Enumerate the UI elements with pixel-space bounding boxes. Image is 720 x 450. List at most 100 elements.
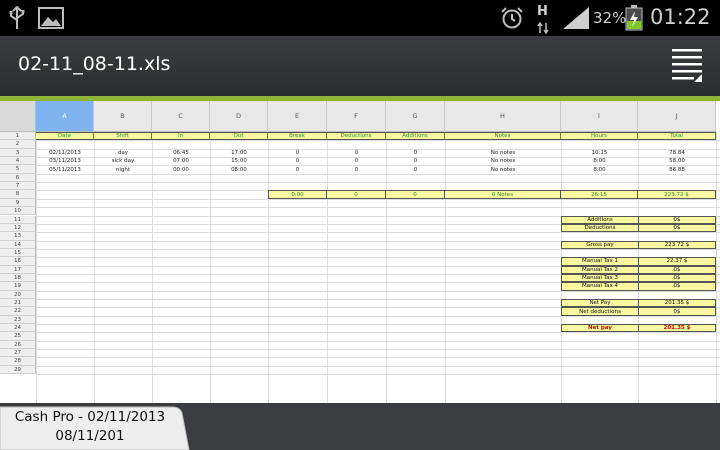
data-cell[interactable]: 0 xyxy=(327,165,386,173)
data-cell[interactable]: 0 xyxy=(386,157,445,165)
summary-value[interactable]: 0$ xyxy=(638,273,716,283)
row-header[interactable]: 6 xyxy=(0,173,36,183)
column-header-j[interactable]: J xyxy=(638,101,716,132)
header-cell[interactable]: Out xyxy=(210,132,268,141)
summary-value[interactable]: 0$ xyxy=(638,282,716,291)
data-cell[interactable]: 0 xyxy=(268,165,327,173)
row-header[interactable]: 28 xyxy=(0,357,36,366)
summary-label[interactable]: Manual Tax 1 xyxy=(561,257,638,266)
summary-label[interactable]: Net pay xyxy=(561,324,638,333)
row-header[interactable]: 13 xyxy=(0,232,36,241)
spreadsheet-grid[interactable]: A B C D E F G H I J 1 2 3 4 5 6 7 8 9 10 11 12 13 14 15 16 17 18 19 2… xyxy=(0,101,720,403)
summary-label[interactable]: Additions xyxy=(561,215,638,224)
row-header[interactable]: 9 xyxy=(0,198,36,208)
column-header-h[interactable]: H xyxy=(445,101,561,132)
row-header[interactable]: 16 xyxy=(0,257,36,266)
data-cell[interactable]: No notes xyxy=(445,149,561,157)
row-header[interactable]: 7 xyxy=(0,182,36,191)
data-cell[interactable]: 17:00 xyxy=(210,149,268,157)
summary-label[interactable]: Net Pay xyxy=(561,299,638,308)
data-cell[interactable]: 78.84 xyxy=(638,149,716,157)
row-header[interactable]: 23 xyxy=(0,315,36,325)
row-header[interactable]: 26 xyxy=(0,340,36,350)
data-cell[interactable]: night xyxy=(94,165,152,173)
summary-value[interactable]: 0$ xyxy=(638,223,716,233)
column-header-a[interactable]: A xyxy=(36,101,94,132)
data-cell[interactable]: 10:15 xyxy=(561,149,638,157)
summary-label[interactable]: Deductions xyxy=(561,223,638,233)
summary-value[interactable]: 201.35 $ xyxy=(638,299,716,308)
row-header[interactable]: 10 xyxy=(0,207,36,216)
column-header-e[interactable]: E xyxy=(268,101,327,132)
data-cell[interactable]: 07:00 xyxy=(152,157,210,165)
row-header[interactable]: 2 xyxy=(0,140,36,149)
sheet-tab[interactable]: Cash Pro - 02/11/2013 08/11/201 xyxy=(0,405,190,450)
header-cell[interactable]: Shift xyxy=(94,132,152,141)
data-cell[interactable]: sick day xyxy=(94,157,152,165)
row-header[interactable]: 1 xyxy=(0,132,36,141)
header-cell[interactable]: Hours xyxy=(561,132,638,141)
summary-label[interactable]: Manual Tax 3 xyxy=(561,273,638,283)
summary-label[interactable]: Manual Tax 4 xyxy=(561,282,638,291)
column-header-c[interactable]: C xyxy=(152,101,210,132)
row-header[interactable]: 21 xyxy=(0,299,36,308)
column-header-f[interactable]: F xyxy=(327,101,386,132)
data-cell[interactable]: No notes xyxy=(445,165,561,173)
data-cell[interactable]: 02/11/2013 xyxy=(36,149,94,157)
summary-value[interactable]: 22.37 $ xyxy=(638,257,716,266)
data-cell[interactable]: 15:00 xyxy=(210,157,268,165)
data-cell[interactable]: 00:00 xyxy=(152,165,210,173)
column-header-d[interactable]: D xyxy=(210,101,268,132)
row-header[interactable]: 14 xyxy=(0,240,36,249)
data-cell[interactable]: 05/11/2013 xyxy=(36,165,94,173)
total-deductions-cell[interactable]: 0 xyxy=(327,190,386,199)
row-header[interactable]: 4 xyxy=(0,157,36,166)
data-cell[interactable]: 0 xyxy=(327,157,386,165)
data-cell[interactable]: 08:00 xyxy=(210,165,268,173)
data-cell[interactable]: No notes xyxy=(445,157,561,165)
row-header[interactable]: 12 xyxy=(0,223,36,233)
row-header[interactable]: 29 xyxy=(0,365,36,375)
row-header[interactable]: 8 xyxy=(0,190,36,199)
row-header[interactable]: 27 xyxy=(0,349,36,358)
data-cell[interactable]: 86.88 xyxy=(638,165,716,173)
data-cell[interactable]: 06:45 xyxy=(152,149,210,157)
row-header[interactable]: 5 xyxy=(0,165,36,174)
row-header[interactable]: 22 xyxy=(0,307,36,316)
row-header[interactable]: 25 xyxy=(0,332,36,341)
header-cell[interactable]: Deductions xyxy=(327,132,386,141)
data-cell[interactable]: 03/11/2013 xyxy=(36,157,94,165)
summary-value[interactable]: 201.35 $ xyxy=(638,324,716,333)
header-cell[interactable]: Notes xyxy=(445,132,561,141)
row-header[interactable]: 11 xyxy=(0,215,36,224)
data-cell[interactable]: 0 xyxy=(327,149,386,157)
data-cell[interactable]: day xyxy=(94,149,152,157)
row-header[interactable]: 19 xyxy=(0,282,36,291)
header-cell[interactable]: Date xyxy=(36,132,94,141)
row-header[interactable]: 18 xyxy=(0,273,36,283)
total-notes-cell[interactable]: 0 Notes xyxy=(445,190,561,199)
summary-value[interactable]: 0$ xyxy=(638,265,716,274)
row-header[interactable]: 17 xyxy=(0,265,36,274)
data-cell[interactable]: 0 xyxy=(268,157,327,165)
summary-value[interactable]: 0$ xyxy=(638,307,716,316)
data-cell[interactable]: 8:00 xyxy=(561,157,638,165)
column-header-g[interactable]: G xyxy=(386,101,445,132)
header-cell[interactable]: Break xyxy=(268,132,327,141)
summary-label[interactable]: Gross pay xyxy=(561,240,638,249)
summary-value[interactable]: 223.72 $ xyxy=(638,240,716,249)
header-cell[interactable]: In xyxy=(152,132,210,141)
summary-value[interactable]: 0$ xyxy=(638,215,716,224)
total-additions-cell[interactable]: 0 xyxy=(386,190,445,199)
column-header-b[interactable]: B xyxy=(94,101,152,132)
data-cell[interactable]: 0 xyxy=(386,165,445,173)
row-header[interactable]: 20 xyxy=(0,290,36,299)
row-header[interactable]: 15 xyxy=(0,248,36,258)
total-total-cell[interactable]: 223.72 $ xyxy=(638,190,716,199)
data-cell[interactable]: 0 xyxy=(268,149,327,157)
menu-button[interactable] xyxy=(664,42,710,88)
column-header-i[interactable]: I xyxy=(561,101,638,132)
total-hours-cell[interactable]: 26:15 xyxy=(561,190,638,199)
row-header[interactable]: 3 xyxy=(0,148,36,158)
data-cell[interactable]: 8:00 xyxy=(561,165,638,173)
